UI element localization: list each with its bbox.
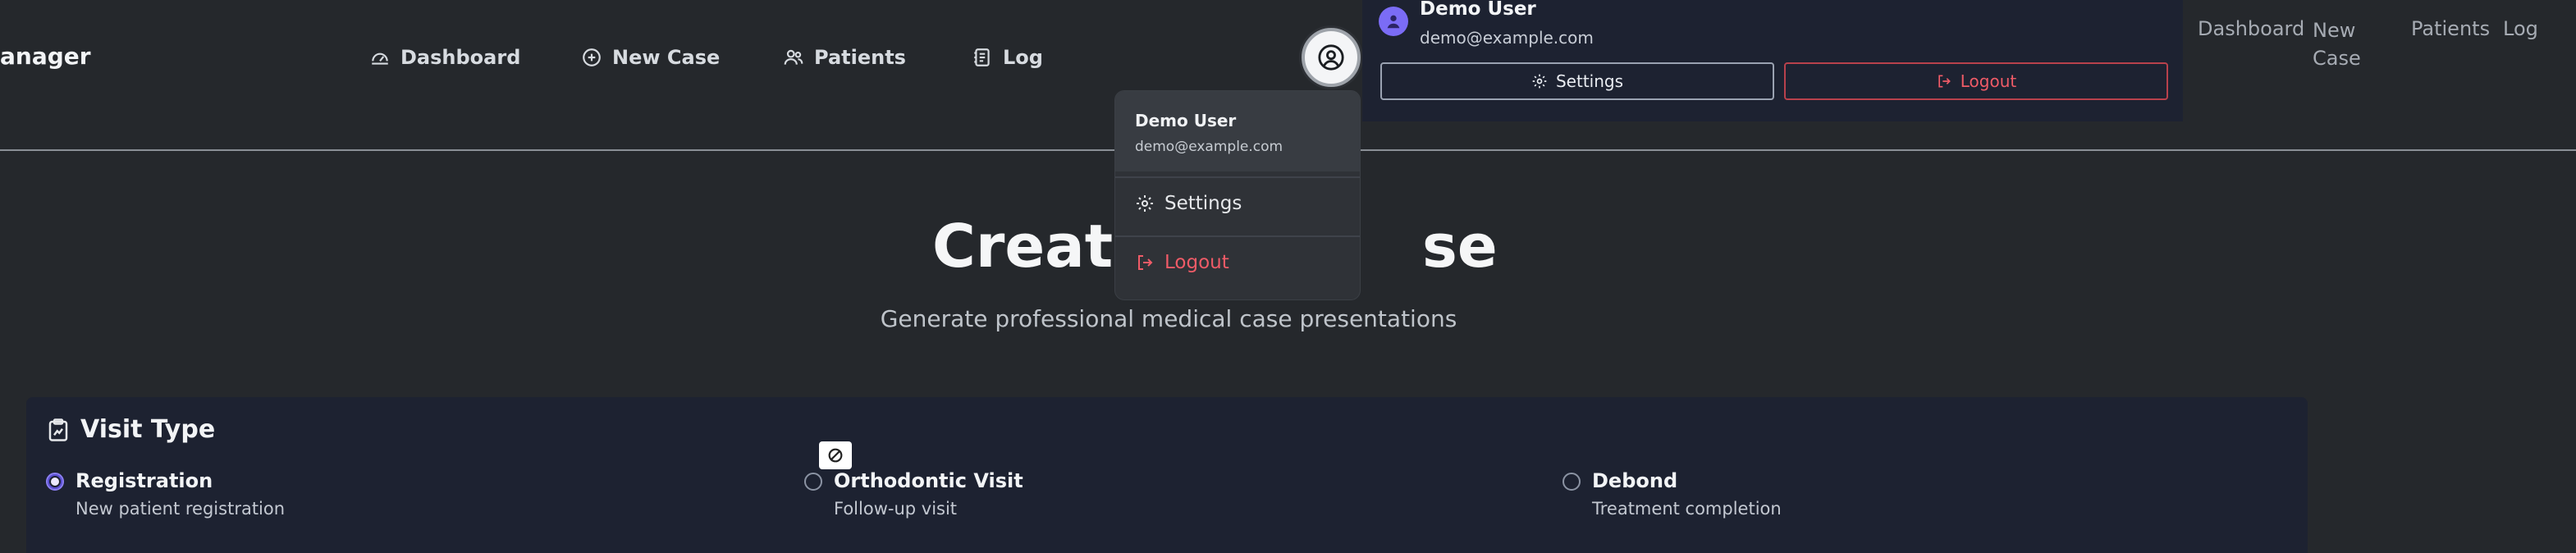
option-description: Follow-up visit — [834, 499, 958, 519]
menu-logout[interactable]: Logout — [1135, 252, 1229, 273]
option-label: Registration — [75, 469, 213, 492]
user-circle-icon — [1318, 44, 1344, 71]
logout-icon — [1138, 255, 1153, 270]
radio-debond[interactable] — [1563, 473, 1581, 491]
menu-logout-label: Logout — [1164, 252, 1229, 273]
notebook-icon — [974, 48, 990, 66]
user-name: Demo User — [1135, 111, 1237, 130]
mobile-nav-log[interactable]: Log — [2503, 0, 2538, 43]
mobile-user-panel: Demo User demo@example.com Settings Logo… — [1362, 0, 2183, 121]
user-dropdown-menu: Demo User demo@example.com Settings Logo… — [1114, 90, 1361, 300]
app-brand[interactable]: anager — [0, 43, 91, 70]
menu-settings[interactable]: Settings — [1135, 193, 1242, 214]
panel-settings-label: Settings — [1555, 71, 1624, 91]
mobile-nav-dashboard[interactable]: Dashboard — [2198, 0, 2304, 43]
gear-icon — [1532, 74, 1547, 89]
visit-type-card: Visit Type Registration New patient regi… — [26, 397, 2308, 553]
radio-orthodontic[interactable] — [804, 473, 822, 491]
nav-new-case[interactable]: New Case — [581, 43, 720, 72]
nav-dashboard-label: Dashboard — [400, 46, 521, 69]
menu-settings-label: Settings — [1164, 193, 1242, 214]
panel-settings-button[interactable]: Settings — [1380, 62, 1774, 100]
gauge-icon — [372, 53, 388, 65]
radio-registration[interactable] — [46, 473, 64, 491]
logout-icon — [1938, 75, 1951, 88]
option-label: Debond — [1592, 469, 1678, 492]
nav-new-case-label: New Case — [612, 46, 721, 69]
mobile-nav-label: Patients — [2411, 17, 2491, 40]
nav-patients-label: Patients — [814, 46, 906, 69]
mobile-nav-label: Dashboard — [2198, 17, 2305, 40]
panel-user-email: demo@example.com — [1420, 28, 1594, 48]
panel-logout-button[interactable]: Logout — [1784, 62, 2168, 100]
gear-icon — [1137, 195, 1153, 212]
clipboard-chart-icon — [48, 418, 68, 441]
nav-log[interactable]: Log — [972, 43, 1043, 72]
nav-dashboard[interactable]: Dashboard — [369, 43, 520, 72]
nav-patients[interactable]: Patients — [783, 43, 906, 72]
user-avatar-button[interactable] — [1302, 28, 1361, 87]
mobile-nav-label: New Case — [2313, 19, 2361, 70]
user-avatar — [1379, 7, 1408, 36]
not-allowed-icon — [828, 448, 843, 463]
not-allowed-cursor — [819, 441, 852, 469]
nav-log-label: Log — [1003, 46, 1043, 69]
panel-logout-label: Logout — [1960, 71, 2017, 91]
option-label: Orthodontic Visit — [834, 469, 1023, 492]
visit-type-title: Visit Type — [80, 415, 216, 444]
mobile-nav-patients[interactable]: Patients — [2411, 0, 2490, 43]
visit-type-heading: Visit Type — [46, 415, 215, 444]
user-icon — [1387, 15, 1400, 29]
option-description: New patient registration — [75, 499, 286, 519]
mobile-nav-label: Log — [2503, 17, 2538, 40]
user-dropdown-header: Demo User demo@example.com — [1115, 91, 1360, 171]
option-description: Treatment completion — [1592, 499, 1782, 519]
panel-user-name: Demo User — [1420, 0, 1536, 20]
users-icon — [784, 49, 803, 65]
menu-divider — [1115, 235, 1360, 237]
page-subtitle: Generate professional medical case prese… — [880, 305, 1457, 332]
mobile-nav-new-case[interactable]: New Case — [2313, 0, 2361, 100]
menu-divider — [1115, 176, 1360, 178]
user-email: demo@example.com — [1135, 139, 1283, 155]
page-title-right: se — [1422, 212, 1498, 281]
plus-circle-icon — [583, 48, 601, 66]
